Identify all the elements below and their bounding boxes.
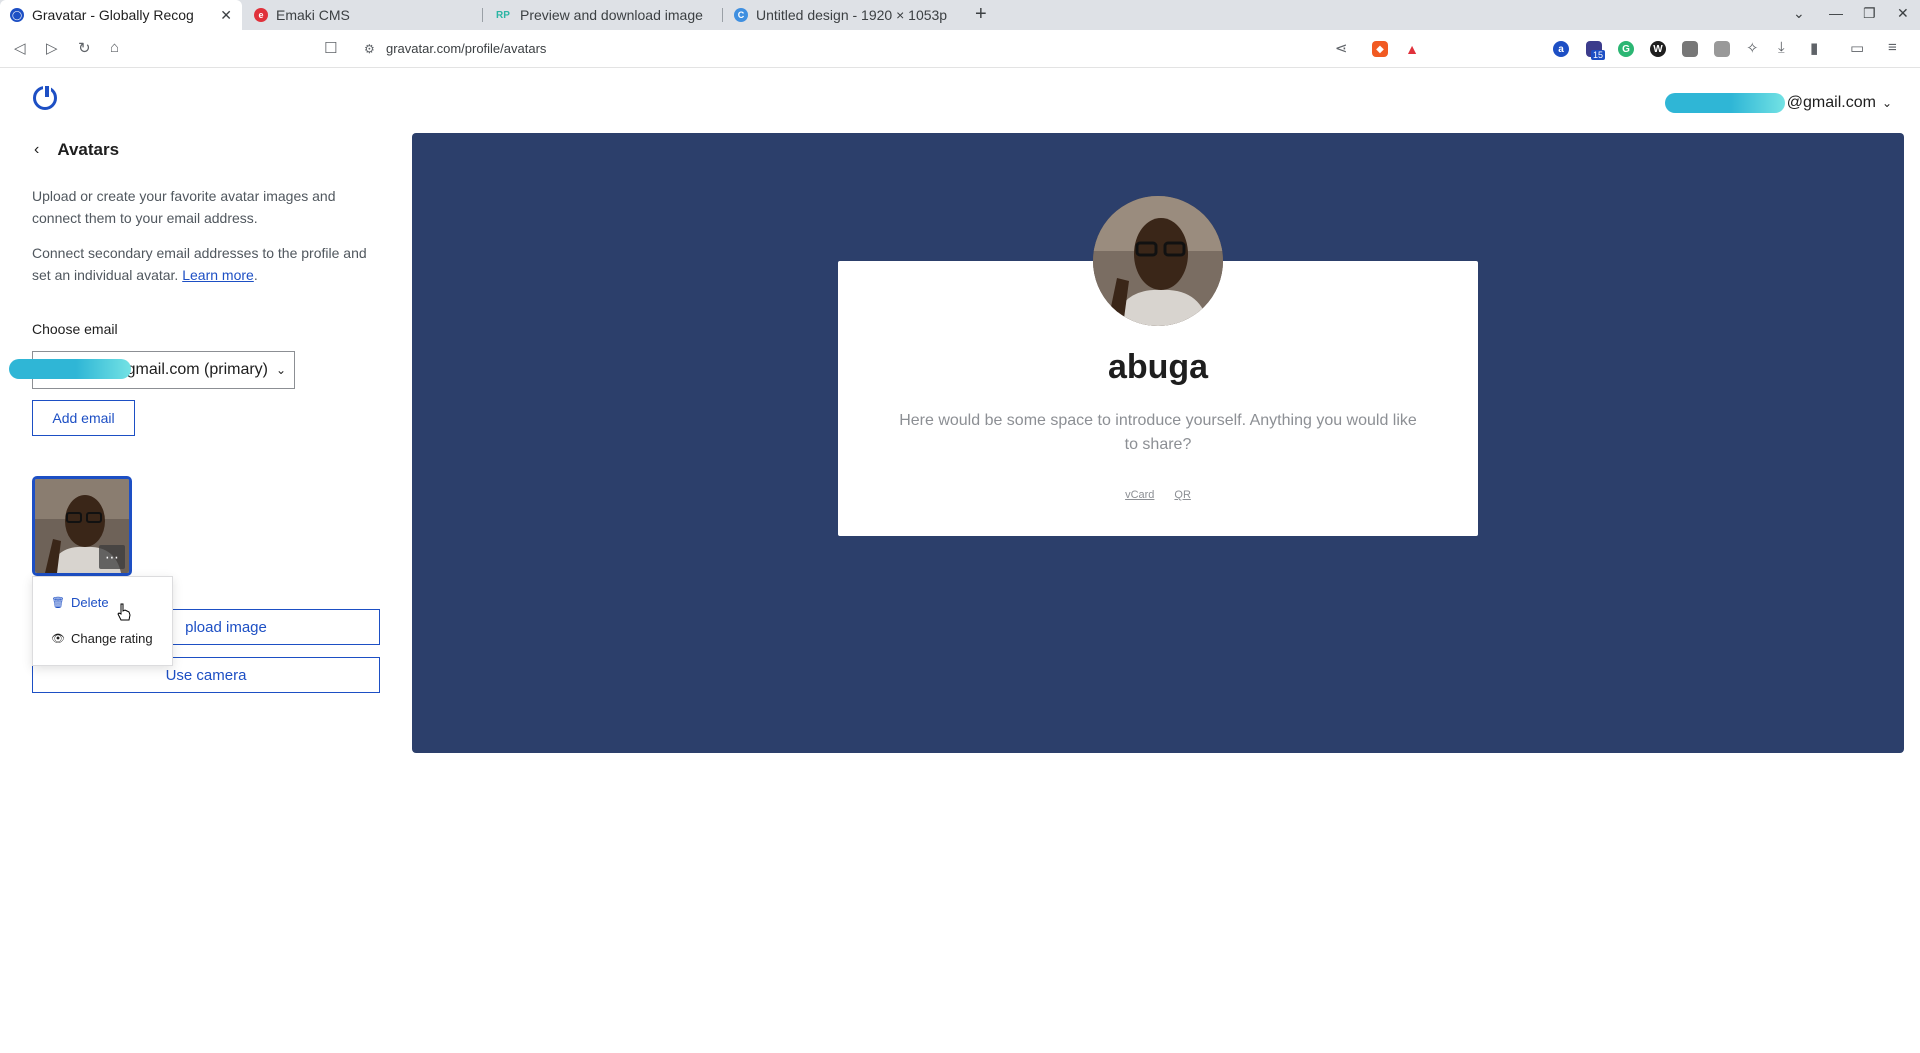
more-options-icon[interactable]: ⋯: [99, 545, 125, 569]
tab-title: Untitled design - 1920 × 1053p: [756, 7, 948, 23]
chevron-left-icon[interactable]: ‹: [34, 141, 39, 159]
tab-gravatar[interactable]: ◯ Gravatar - Globally Recog ✕: [0, 0, 242, 30]
secondary-email-description: Connect secondary email addresses to the…: [32, 242, 382, 286]
tab-preview-download[interactable]: RP Preview and download image: [484, 0, 720, 30]
extension-icon[interactable]: a: [1553, 41, 1569, 57]
close-window-icon[interactable]: ✕: [1897, 5, 1909, 22]
add-email-button[interactable]: Add email: [32, 400, 135, 436]
wallet-icon[interactable]: ▭: [1850, 39, 1864, 57]
brave-shields-icon[interactable]: ◆: [1372, 41, 1388, 57]
tab-title: Gravatar - Globally Recog: [32, 7, 194, 23]
learn-more-link[interactable]: Learn more: [182, 267, 254, 283]
browser-toolbar: ◁ ▷ ↻ ⌂ ☐ ⚙ gravatar.com/profile/avatars…: [0, 30, 1920, 68]
trash-icon: 🗑: [51, 597, 65, 609]
profile-avatar: [1093, 196, 1223, 326]
tab-separator: [482, 8, 483, 22]
tab-separator: [722, 8, 723, 22]
change-rating-label: Change rating: [70, 631, 153, 646]
extension-icon[interactable]: [1682, 41, 1698, 57]
restore-icon[interactable]: ❐: [1863, 5, 1876, 22]
new-tab-button[interactable]: +: [975, 3, 987, 26]
emaki-icon: e: [254, 8, 268, 22]
gravatar-icon: ◯: [10, 8, 24, 22]
extensions-puzzle-icon[interactable]: ✧: [1746, 39, 1759, 57]
close-tab-icon[interactable]: ✕: [220, 7, 232, 24]
hand-cursor-icon: [117, 603, 131, 621]
wordpress-icon[interactable]: W: [1650, 41, 1666, 57]
redacted-email-blur: [9, 359, 131, 379]
sidebar-icon[interactable]: ▮: [1810, 39, 1818, 57]
download-icon[interactable]: ⤓: [1778, 39, 1785, 56]
delete-menu-item[interactable]: 🗑 Delete: [51, 595, 109, 610]
minimize-icon[interactable]: —: [1829, 5, 1843, 21]
grammarly-icon[interactable]: G: [1618, 41, 1634, 57]
canva-icon: C: [734, 8, 748, 22]
tab-title: Preview and download image: [520, 7, 703, 23]
tab-canva[interactable]: C Untitled design - 1920 × 1053p: [724, 0, 960, 30]
url-text: gravatar.com/profile/avatars: [386, 41, 547, 56]
bookmark-icon[interactable]: ☐: [324, 39, 337, 57]
choose-email-label: Choose email: [32, 321, 118, 337]
period: .: [253, 267, 258, 283]
rp-icon: RP: [496, 9, 510, 21]
profile-bio: Here would be some space to introduce yo…: [899, 412, 1417, 453]
qr-link[interactable]: QR: [1174, 489, 1191, 501]
extension-badge-count: 15: [1591, 50, 1606, 60]
page-title: Avatars: [57, 140, 120, 159]
menu-icon[interactable]: ≡: [1888, 39, 1897, 56]
account-email: @gmail.com: [1786, 94, 1876, 111]
redacted-email-blur: [1664, 93, 1785, 113]
gravatar-logo-icon[interactable]: [33, 86, 57, 110]
profile-avatar-photo: [1093, 196, 1223, 326]
profile-name: abuga: [1107, 348, 1209, 386]
chevron-down-icon: ⌄: [1881, 96, 1892, 110]
forward-icon[interactable]: ▷: [46, 39, 58, 57]
extension-icon[interactable]: [1714, 41, 1730, 57]
eye-icon: 👁: [51, 633, 65, 645]
avatar-thumbnail[interactable]: ⋯: [32, 476, 132, 576]
upload-image-label: pload image: [185, 618, 267, 636]
address-bar[interactable]: ⚙ gravatar.com/profile/avatars: [356, 34, 1362, 64]
tab-list-chevron-icon[interactable]: ⌄: [1793, 5, 1805, 22]
tab-title: Emaki CMS: [276, 7, 350, 23]
brave-rewards-icon[interactable]: ▲: [1404, 41, 1420, 57]
account-menu[interactable]: @gmail.com ⌄: [1664, 93, 1892, 113]
browser-tab-bar: ◯ Gravatar - Globally Recog ✕ e Emaki CM…: [0, 0, 1920, 30]
change-rating-menu-item[interactable]: 👁 Change rating: [51, 631, 153, 646]
avatars-description: Upload or create your favorite avatar im…: [32, 188, 336, 226]
selected-email: gmail.com (primary): [126, 361, 268, 378]
tab-emaki[interactable]: e Emaki CMS: [244, 0, 480, 30]
back-icon[interactable]: ◁: [14, 39, 26, 57]
site-info-icon[interactable]: ⚙: [364, 42, 375, 56]
share-icon[interactable]: ⋖: [1335, 39, 1348, 57]
delete-label: Delete: [70, 595, 109, 610]
home-icon[interactable]: ⌂: [110, 39, 119, 56]
avatar-context-menu: 🗑 Delete 👁 Change rating: [32, 576, 173, 666]
chevron-down-icon: ⌄: [275, 363, 286, 377]
reload-icon[interactable]: ↻: [78, 39, 91, 57]
vcard-link[interactable]: vCard: [1125, 489, 1154, 501]
back-to-profile[interactable]: ‹ Avatars: [34, 140, 119, 160]
profile-links: vCard QR: [838, 489, 1478, 501]
